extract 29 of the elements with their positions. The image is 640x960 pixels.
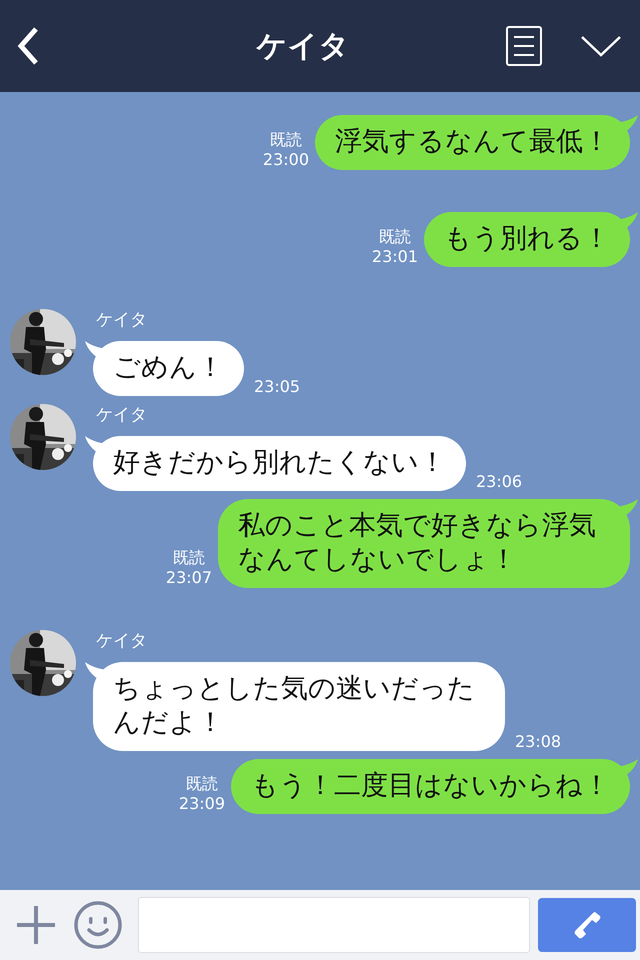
sender-name: ケイタ [96,404,148,426]
message-time: 23:05 [254,377,300,396]
message-bubble: ごめん！ [93,341,244,396]
read-label: 既読 [378,227,411,247]
call-button[interactable] [538,898,636,952]
notes-icon[interactable] [506,26,542,66]
sender-name: ケイタ [96,630,148,652]
message-time: 23:01 [372,247,418,267]
chevron-down-icon[interactable] [580,35,622,57]
message-bubble: もう別れる！ [424,212,630,267]
message-time: 23:09 [178,794,225,814]
back-icon[interactable] [16,26,40,66]
read-label: 既読 [172,548,205,568]
message-time: 23:06 [476,472,522,491]
message-bubble: 浮気するなんて最低！ [315,115,630,170]
smiley-icon[interactable] [74,901,122,949]
read-label: 既読 [270,130,302,150]
message-bubble: もう！二度目はないからね！ [231,759,630,814]
message-bubble: 私のこと本気で好きなら浮気なんてしないでしょ！ [218,499,630,588]
message-input[interactable] [138,897,530,953]
message-time: 23:08 [515,732,562,751]
read-label: 既読 [186,774,218,794]
message-time: 23:07 [166,568,212,588]
message-time: 23:00 [262,150,309,170]
chat-title: ケイタ [255,28,350,66]
plus-icon[interactable] [16,905,56,945]
message-bubble: ちょっとした気の迷いだったんだよ！ [93,662,505,751]
sender-name: ケイタ [96,309,148,331]
message-bubble: 好きだから別れたくない！ [93,436,466,491]
